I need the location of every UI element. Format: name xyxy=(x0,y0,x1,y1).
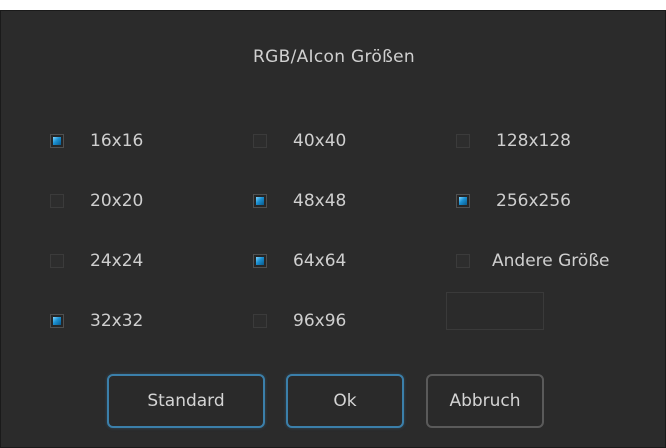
checkbox-32x32[interactable]: 32x32 xyxy=(50,309,143,333)
dialog-title: RGB/AIcon Größen xyxy=(253,47,415,67)
checkbox-label: 64x64 xyxy=(293,251,347,271)
checkbox-box[interactable] xyxy=(456,194,470,208)
checkbox-label: 256x256 xyxy=(496,191,571,211)
checkbox-box[interactable] xyxy=(50,134,64,148)
checkbox-label: 24x24 xyxy=(90,251,144,271)
checkbox-128x128[interactable]: 128x128 xyxy=(456,129,571,153)
checkbox-label: 128x128 xyxy=(496,131,571,151)
checkbox-40x40[interactable]: 40x40 xyxy=(253,129,346,153)
checkbox-box[interactable] xyxy=(253,134,267,148)
checkbox-24x24[interactable]: 24x24 xyxy=(50,249,143,273)
checkbox-label: Andere Größe xyxy=(492,251,610,271)
checkbox-96x96[interactable]: 96x96 xyxy=(253,309,346,333)
checkbox-box[interactable] xyxy=(253,254,267,268)
checkbox-label: 20x20 xyxy=(90,191,144,211)
checkbox-20x20[interactable]: 20x20 xyxy=(50,189,143,213)
checkbox-box[interactable] xyxy=(253,314,267,328)
checkbox-box[interactable] xyxy=(253,194,267,208)
checkbox-box[interactable] xyxy=(456,134,470,148)
standard-button[interactable]: Standard xyxy=(107,374,265,428)
checkbox-label: 96x96 xyxy=(293,311,347,331)
checkbox-label: 48x48 xyxy=(293,191,347,211)
checkbox-16x16[interactable]: 16x16 xyxy=(50,129,143,153)
checkbox-custom-size[interactable]: Andere Größe xyxy=(456,249,610,273)
checkbox-48x48[interactable]: 48x48 xyxy=(253,189,346,213)
checkbox-box[interactable] xyxy=(50,194,64,208)
cancel-button[interactable]: Abbruch xyxy=(426,374,544,428)
icon-sizes-dialog: RGB/AIcon Größen 16x16 20x20 24x24 32x32… xyxy=(0,10,666,448)
checkbox-box[interactable] xyxy=(456,254,470,268)
checkbox-label: 40x40 xyxy=(293,131,347,151)
checkbox-256x256[interactable]: 256x256 xyxy=(456,189,571,213)
checkbox-label: 32x32 xyxy=(90,311,144,331)
checkbox-64x64[interactable]: 64x64 xyxy=(253,249,346,273)
checkbox-box[interactable] xyxy=(50,254,64,268)
ok-button[interactable]: Ok xyxy=(286,374,404,428)
checkbox-label: 16x16 xyxy=(90,131,144,151)
custom-size-input[interactable] xyxy=(446,292,544,330)
checkbox-box[interactable] xyxy=(50,314,64,328)
